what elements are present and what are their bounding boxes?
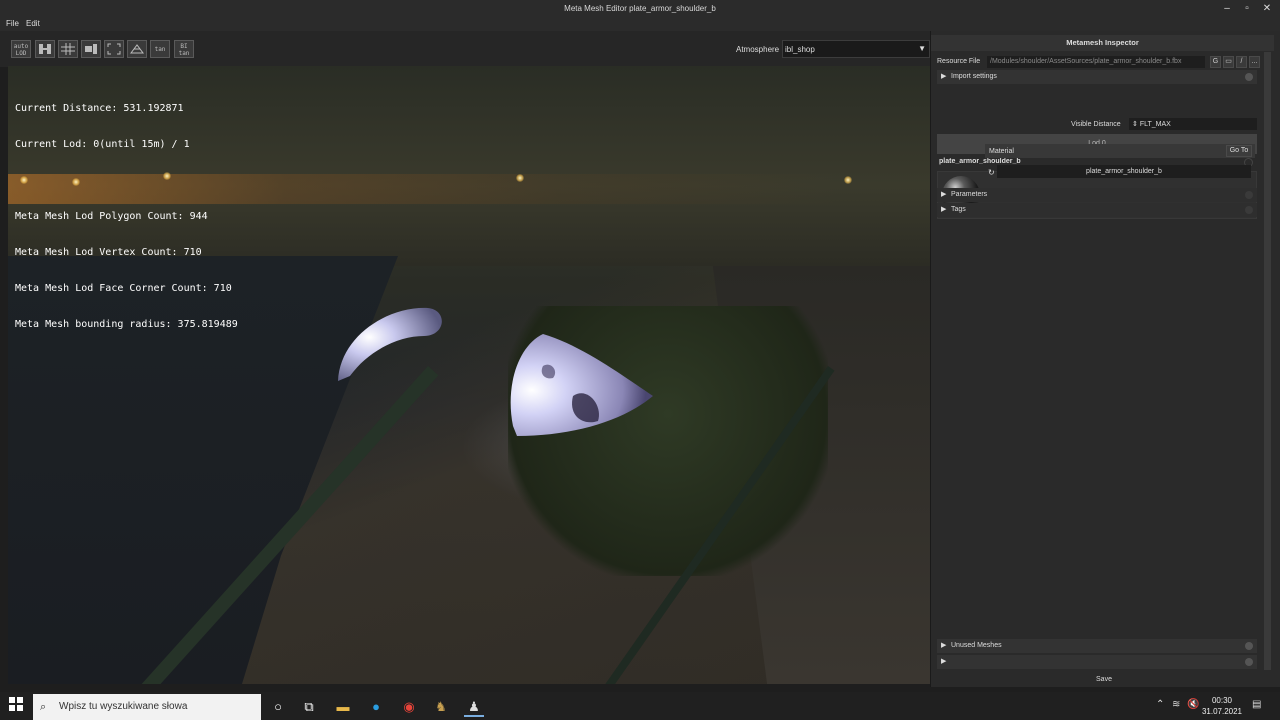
volume-muted-icon[interactable]: 🔇 (1187, 699, 1199, 710)
current-distance: Current Distance: 531.192871 (15, 103, 184, 114)
status-dot (1245, 642, 1253, 650)
resource-file-row: Resource File /Modules/shoulder/AssetSou… (937, 56, 1267, 68)
expand-triangle-icon: ▶ (941, 191, 947, 198)
taskbar-search-input[interactable]: ⌕ Wpisz tu wyszukiwane słowa (33, 694, 261, 720)
layout-icon[interactable] (81, 40, 101, 58)
task-view-icon[interactable]: ⧉ (299, 697, 319, 717)
metamesh-inspector: Metamesh Inspector Resource File /Module… (930, 31, 1280, 687)
material-header-row (985, 144, 1255, 158)
cortana-icon[interactable]: ○ (268, 697, 288, 717)
windows-start-icon[interactable] (6, 697, 26, 717)
expand-triangle-icon: ▶ (941, 73, 947, 80)
goto-button[interactable]: Go To (1226, 145, 1252, 157)
atmosphere-select[interactable]: ibl_shop ▼ (782, 40, 930, 58)
polygon-count: Meta Mesh Lod Polygon Count: 944 (15, 211, 208, 222)
tags-section[interactable]: ▶ Tags (937, 203, 1257, 217)
menu-edit[interactable]: Edit (26, 19, 40, 28)
bounding-radius: Meta Mesh bounding radius: 375.819489 (15, 319, 238, 330)
shoulder-mesh-right (510, 334, 653, 436)
search-icon: ⌕ (40, 701, 47, 713)
status-dot (1245, 658, 1253, 666)
material-name-field[interactable]: plate_armor_shoulder_b (997, 165, 1251, 178)
open-folder-icon[interactable]: ▭ (1223, 56, 1234, 68)
resource-file-input[interactable]: /Modules/shoulder/AssetSources/plate_arm… (987, 56, 1205, 68)
shoulder-mesh-left (338, 307, 442, 381)
material-label: Material (989, 148, 1014, 155)
wireframe-icon[interactable] (127, 40, 147, 58)
visible-distance-input[interactable]: ⇕ FLT_MAX (1129, 118, 1257, 130)
current-lod: Current Lod: 0(until 15m) / 1 (15, 139, 190, 150)
expand-triangle-icon: ▶ (941, 658, 947, 665)
status-dot (1245, 191, 1253, 199)
collapsed-section[interactable]: ▶ (937, 655, 1257, 669)
chevron-down-icon: ▼ (918, 44, 926, 53)
resource-g-button[interactable]: G (1210, 56, 1221, 68)
edge-browser-icon[interactable]: ● (366, 697, 386, 717)
fit-frame-icon[interactable] (104, 40, 124, 58)
split-view-icon[interactable] (35, 40, 55, 58)
menu-file[interactable]: File (6, 19, 19, 28)
resource-file-label: Resource File (937, 58, 981, 65)
chevron-up-icon[interactable]: ⌃ (1156, 699, 1164, 710)
inspector-title: Metamesh Inspector (931, 35, 1274, 51)
menu-bar: File Edit (0, 18, 1280, 31)
visible-distance-label: Visible Distance (1071, 121, 1121, 128)
search-placeholder: Wpisz tu wyszukiwane słowa (59, 701, 188, 712)
parameters-section[interactable]: ▶ Parameters (937, 188, 1257, 202)
bitangent-button[interactable]: BI tan (174, 40, 194, 58)
title-bar: Meta Mesh Editor plate_armor_shoulder_b … (0, 0, 1280, 18)
atmosphere-value: ibl_shop (785, 45, 815, 54)
file-explorer-icon[interactable]: ▬ (333, 697, 353, 717)
unused-meshes-label: Unused Meshes (951, 642, 1002, 649)
status-dot (1245, 73, 1253, 81)
reset-icon[interactable]: ↻ (988, 168, 995, 177)
game-launcher-icon[interactable]: ♞ (431, 697, 451, 717)
taskbar-clock[interactable]: 00:30 31.07.2021 (1200, 695, 1244, 717)
atmosphere-label: Atmosphere (736, 45, 780, 54)
edit-path-icon[interactable]: / (1236, 56, 1247, 68)
expand-triangle-icon: ▶ (941, 206, 947, 213)
maximize-button[interactable]: ▫ (1238, 2, 1256, 16)
tags-label: Tags (951, 206, 966, 213)
window-title: Meta Mesh Editor plate_armor_shoulder_b (564, 4, 716, 13)
chrome-browser-icon[interactable]: ◉ (399, 697, 419, 717)
close-button[interactable]: ✕ (1258, 2, 1276, 16)
auto-lod-button[interactable]: auto LOD (11, 40, 31, 58)
clock-time: 00:30 (1211, 696, 1233, 705)
tangent-button[interactable]: tan (150, 40, 170, 58)
spinner-icon: ⇕ (1132, 121, 1138, 128)
expand-triangle-icon: ▶ (941, 642, 947, 649)
import-settings-section[interactable]: ▶ Import settings (937, 70, 1257, 84)
clock-date: 31.07.2021 (1201, 707, 1243, 716)
lamp-glow (844, 176, 852, 184)
parameters-label: Parameters (951, 191, 988, 198)
inspector-scrollbar[interactable] (1264, 52, 1271, 670)
unused-meshes-section[interactable]: ▶ Unused Meshes (937, 639, 1257, 653)
meta-mesh-editor-icon[interactable]: ♟ (464, 697, 484, 717)
viewport-stats: Current Distance: 531.192871 Current Lod… (15, 79, 238, 343)
minimize-button[interactable]: – (1218, 2, 1236, 16)
face-corner-count: Meta Mesh Lod Face Corner Count: 710 (15, 283, 232, 294)
vertex-count: Meta Mesh Lod Vertex Count: 710 (15, 247, 202, 258)
import-settings-label: Import settings (951, 73, 997, 80)
lamp-glow (516, 174, 524, 182)
visible-distance-value: FLT_MAX (1139, 121, 1171, 128)
network-icon[interactable]: ≋ (1172, 699, 1180, 710)
status-dot (1245, 206, 1253, 214)
notifications-icon[interactable]: ▤ (1252, 699, 1261, 710)
grid-icon[interactable] (58, 40, 78, 58)
save-button[interactable]: Save (936, 674, 1272, 686)
browse-button[interactable]: ... (1249, 56, 1260, 68)
mesh-name: plate_armor_shoulder_b (939, 158, 1021, 165)
